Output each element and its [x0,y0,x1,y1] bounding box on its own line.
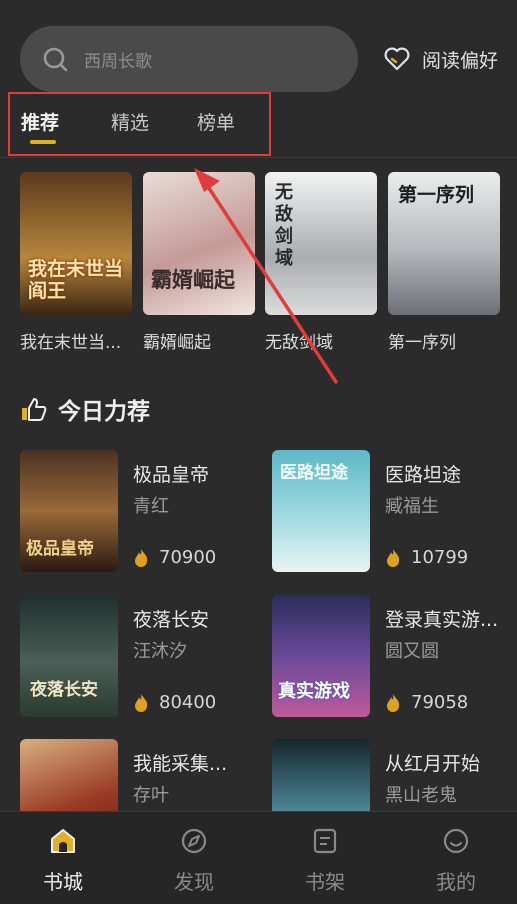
cover-title: 第一序列 [398,184,475,206]
book-heat: 10799 [385,547,468,568]
recommend-book-title: 第一序列 [388,333,456,353]
book-cover: 无敌剑域 [265,172,377,315]
active-tab-indicator [30,140,56,144]
book-author: 圆又圆 [385,641,439,662]
flame-icon [135,693,148,712]
nav-discover[interactable]: 发现 [154,812,234,904]
category-tabs: 推荐 精选 榜单 [8,92,271,156]
book-author: 汪沐汐 [133,641,187,662]
book-card[interactable]: 真实游戏 登录真实游... 圆又圆 79058 [272,595,512,717]
search-icon [43,47,68,72]
book-card[interactable]: 夜落长安 夜落长安 汪沐汐 80400 [20,595,260,717]
book-cover: 医路坦途 [272,450,370,572]
book-card[interactable]: 极品皇帝 极品皇帝 青红 70900 [20,450,260,572]
recommend-book-title: 霸婿崛起 [143,333,211,353]
book-cover: 夜落长安 [20,595,118,717]
heat-value: 80400 [159,692,217,713]
book-cover: 我在末世当阎王 [20,172,132,315]
reading-preference-button[interactable]: 阅读偏好 [384,26,498,92]
search-placeholder: 西周长歌 [84,51,152,72]
cover-title: 医路坦途 [280,463,348,483]
book-cover: 极品皇帝 [20,450,118,572]
profile-icon [443,828,469,854]
bookshelf-icon [313,828,337,854]
heat-value: 79058 [411,692,469,713]
nav-label: 我的 [436,870,476,894]
book-title: 极品皇帝 [133,464,210,486]
book-cover: 霸婿崛起 [143,172,255,315]
book-author: 黑山老鬼 [385,785,457,806]
nav-label: 书架 [305,870,345,894]
book-heat: 70900 [133,547,216,568]
book-heat: 79058 [385,692,468,713]
tab-recommend[interactable]: 推荐 [21,108,59,135]
recommend-book[interactable]: 我在末世当阎王 我在末世当... [20,172,132,353]
store-icon [51,829,75,853]
flame-icon [387,548,400,567]
flame-icon [387,693,400,712]
recommend-book[interactable]: 无敌剑域 无敌剑域 [265,172,377,353]
top-bar: 西周长歌 阅读偏好 [20,26,498,92]
discover-icon [181,828,207,854]
nav-store[interactable]: 书城 [23,812,103,904]
reading-preference-label: 阅读偏好 [421,49,498,72]
heat-value: 10799 [411,547,469,568]
cover-title: 我在末世当阎王 [28,258,124,302]
recommend-book-title: 无敌剑域 [265,333,333,353]
divider [0,157,517,158]
cover-title: 极品皇帝 [26,539,94,559]
book-author: 青红 [133,496,169,517]
nav-profile[interactable]: 我的 [416,812,496,904]
cover-title: 夜落长安 [30,680,98,700]
cover-title: 真实游戏 [278,681,350,702]
thumbs-up-icon [22,398,47,421]
tab-featured[interactable]: 精选 [111,108,149,135]
book-title: 医路坦途 [385,464,462,486]
recommend-row: 我在末世当阎王 我在末世当... 霸婿崛起 霸婿崛起 无敌剑域 无敌剑域 第一序… [0,172,517,353]
nav-label: 书城 [43,870,83,894]
section-header: 今日力荐 [20,392,150,426]
book-heat: 80400 [133,692,216,713]
book-author: 存叶 [133,785,169,806]
heat-value: 70900 [159,547,217,568]
recommend-book-title: 我在末世当... [20,333,122,353]
book-author: 臧福生 [385,496,439,517]
nav-label: 发现 [174,870,214,894]
recommend-book[interactable]: 第一序列 第一序列 [388,172,500,353]
section-title: 今日力荐 [58,398,150,425]
book-title: 从红月开始 [385,753,481,775]
nav-bookshelf[interactable]: 书架 [285,812,365,904]
tab-rankings[interactable]: 榜单 [197,108,235,135]
book-title: 夜落长安 [133,609,210,631]
recommend-book[interactable]: 霸婿崛起 霸婿崛起 [143,172,255,353]
book-title: 我能采集... [133,753,228,775]
book-card[interactable]: 医路坦途 医路坦途 臧福生 10799 [272,450,512,572]
book-cover: 第一序列 [388,172,500,315]
bottom-nav: 书城 发现 书架 我的 [0,811,517,904]
cover-title: 无敌剑域 [275,182,293,269]
flame-icon [135,548,148,567]
cover-title: 霸婿崛起 [151,267,235,292]
heart-icon [384,47,410,71]
search-input[interactable]: 西周长歌 [20,26,358,92]
book-cover: 真实游戏 [272,595,370,717]
book-title: 登录真实游... [385,609,499,631]
